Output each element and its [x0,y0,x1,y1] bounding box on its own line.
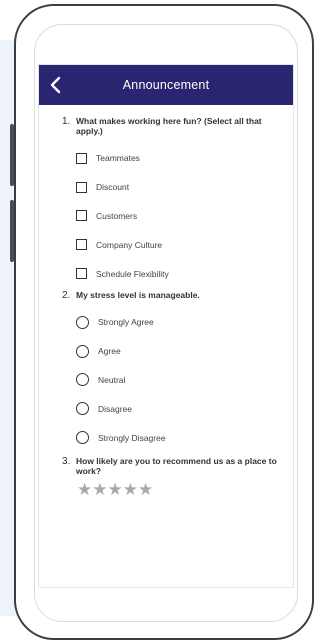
checkbox[interactable] [76,210,87,222]
page-title: Announcement [122,78,210,92]
star-icon[interactable]: ★ [123,481,138,499]
option-strongly-disagree[interactable]: Strongly Disagree [76,423,281,452]
star-icon[interactable]: ★ [108,481,123,499]
radio-button[interactable] [76,344,89,358]
radio-group: Strongly Agree Agree Neutral Disagree St… [76,308,281,452]
option-agree[interactable]: Agree [76,337,281,366]
option-label: Schedule Flexibility [96,268,169,279]
option-label: Strongly Agree [98,317,154,328]
question-3: 3. How likely are you to recommend us as… [39,456,293,499]
star-icon[interactable]: ★ [92,481,107,499]
option-neutral[interactable]: Neutral [76,366,281,395]
chevron-left-icon[interactable] [47,75,65,95]
checkbox[interactable] [76,181,87,193]
radio-button[interactable] [76,431,89,445]
checkbox[interactable] [76,239,87,251]
option-label: Agree [98,346,121,357]
option-label: Neutral [98,374,126,385]
star-icon[interactable]: ★ [77,481,92,499]
option-disagree[interactable]: Disagree [76,394,281,423]
option-label: Company Culture [96,239,163,250]
question-number: 1. [62,116,71,127]
question-2: 2. My stress level is manageable. Strong… [39,290,293,452]
option-label: Strongly Disagree [98,432,166,443]
star-rating: ★ ★ ★ ★ ★ [77,481,281,499]
radio-button[interactable] [76,373,89,387]
radio-button[interactable] [76,402,89,416]
option-schedule-flexibility[interactable]: Schedule Flexibility [76,259,281,288]
radio-button[interactable] [76,315,89,329]
question-number: 2. [62,289,71,301]
checkbox[interactable] [76,268,87,280]
option-discount[interactable]: Discount [76,173,281,202]
phone-screen: Announcement 1. What makes working here … [38,64,294,588]
question-text: What makes working here fun? (Select all… [76,116,262,136]
option-label: Customers [96,210,138,221]
question-text: My stress level is manageable. [76,289,200,300]
option-teammates[interactable]: Teammates [76,144,281,173]
option-customers[interactable]: Customers [76,202,281,231]
question-1: 1. What makes working here fun? (Select … [39,116,293,288]
option-label: Discount [96,182,130,193]
option-company-culture[interactable]: Company Culture [76,230,281,259]
checkbox[interactable] [76,152,87,164]
question-text: How likely are you to recommend us as a … [76,455,277,476]
option-strongly-agree[interactable]: Strongly Agree [76,308,281,337]
star-icon[interactable]: ★ [138,481,153,499]
checkbox-group: Teammates Discount Customers Company Cul… [76,144,281,288]
survey-content: 1. What makes working here fun? (Select … [39,105,293,499]
option-label: Teammates [96,153,140,164]
question-number: 3. [62,455,71,467]
option-label: Disagree [98,403,133,414]
app-bar: Announcement [39,65,293,105]
